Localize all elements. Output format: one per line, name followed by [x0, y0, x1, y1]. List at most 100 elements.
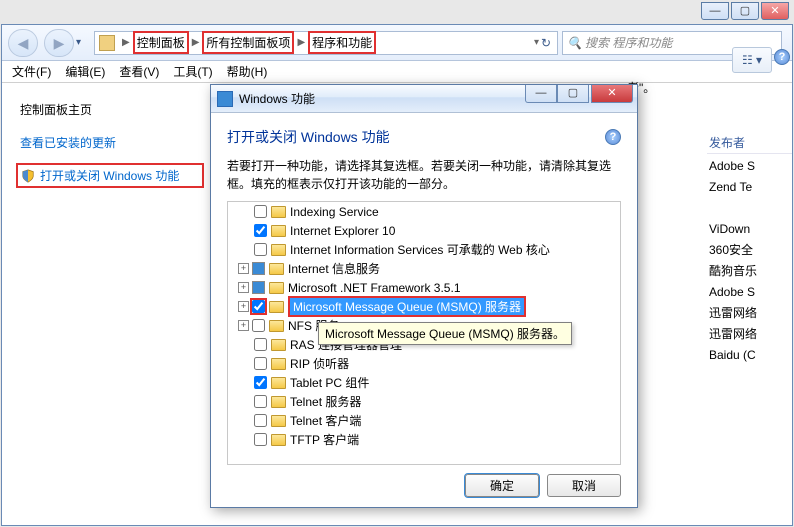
chevron-right-icon[interactable]: ▶ [189, 37, 203, 48]
dialog-titlebar[interactable]: Windows 功能 — ▢ ✕ [211, 85, 637, 113]
refresh-icon[interactable]: ↻ [541, 36, 555, 50]
breadcrumb-all-items[interactable]: 所有控制面板项 [202, 31, 294, 54]
folder-icon [269, 282, 284, 294]
feature-checkbox[interactable] [254, 205, 267, 218]
link-view-updates[interactable]: 查看已安装的更新 [20, 134, 204, 151]
dialog-title-text: Windows 功能 [239, 90, 315, 107]
feature-checkbox[interactable] [254, 243, 267, 256]
expand-icon[interactable]: + [238, 263, 249, 274]
folder-icon [271, 358, 286, 370]
dialog-heading: 打开或关闭 Windows 功能 ? [227, 127, 621, 147]
feature-item[interactable]: Tablet PC 组件 [228, 373, 620, 392]
feature-item[interactable]: Indexing Service [228, 202, 620, 221]
list-item[interactable] [707, 198, 792, 219]
menu-bar: 文件(F) 编辑(E) 查看(V) 工具(T) 帮助(H) [2, 61, 792, 83]
feature-item[interactable]: RIP 侦听器 [228, 354, 620, 373]
feature-label: Telnet 客户端 [290, 412, 361, 429]
menu-edit[interactable]: 编辑(E) [65, 63, 105, 80]
address-dropdown-icon[interactable]: ▾ [534, 37, 539, 48]
feature-item[interactable]: Telnet 服务器 [228, 392, 620, 411]
feature-item[interactable]: Internet Explorer 10 [228, 221, 620, 240]
dialog-close-button[interactable]: ✕ [591, 85, 633, 103]
feature-checkbox[interactable] [252, 300, 265, 313]
folder-icon [269, 320, 284, 332]
chevron-right-icon[interactable]: ▶ [119, 37, 133, 48]
feature-checkbox[interactable] [254, 224, 267, 237]
list-item[interactable]: 360安全 [707, 240, 792, 261]
folder-icon [271, 396, 286, 408]
feature-item[interactable]: Internet Information Services 可承载的 Web 核… [228, 240, 620, 259]
column-header-publisher[interactable]: 发布者 [707, 133, 792, 154]
feature-label: Internet 信息服务 [288, 260, 380, 277]
feature-checkbox[interactable] [254, 357, 267, 370]
folder-icon [271, 244, 286, 256]
search-icon: 🔍 [567, 36, 581, 50]
dialog-maximize-button[interactable]: ▢ [557, 85, 589, 103]
folder-icon [269, 301, 284, 313]
minimize-button[interactable]: — [701, 2, 729, 20]
folder-icon [269, 263, 284, 275]
breadcrumb-control-panel[interactable]: 控制面板 [133, 31, 189, 54]
feature-label: Internet Information Services 可承载的 Web 核… [290, 241, 550, 258]
tooltip: Microsoft Message Queue (MSMQ) 服务器。 [318, 322, 572, 345]
expand-icon[interactable]: + [238, 320, 249, 331]
dialog-minimize-button[interactable]: — [525, 85, 557, 103]
list-item[interactable]: Adobe S [707, 282, 792, 303]
ok-button[interactable]: 确定 [465, 474, 539, 497]
folder-icon [271, 225, 286, 237]
link-windows-features[interactable]: 打开或关闭 Windows 功能 [16, 163, 204, 188]
list-item[interactable]: Adobe S [707, 156, 792, 177]
help-icon[interactable]: ? [774, 49, 790, 65]
feature-checkbox[interactable] [254, 338, 267, 351]
menu-tools[interactable]: 工具(T) [173, 63, 212, 80]
chevron-right-icon[interactable]: ▶ [294, 37, 308, 48]
feature-item[interactable]: + Internet 信息服务 [228, 259, 620, 278]
feature-item[interactable]: TFTP 客户端 [228, 430, 620, 449]
folder-icon [271, 434, 286, 446]
dialog-buttons: 确定 取消 [465, 474, 621, 497]
feature-checkbox[interactable] [254, 433, 267, 446]
sidebar-title: 控制面板主页 [20, 101, 204, 118]
breadcrumb[interactable]: ▶ 控制面板 ▶ 所有控制面板项 ▶ 程序和功能 ▾ ↻ [94, 31, 558, 55]
feature-checkbox[interactable] [252, 319, 265, 332]
nav-forward-button[interactable]: ▶ [44, 29, 74, 57]
breadcrumb-programs-features[interactable]: 程序和功能 [308, 31, 376, 54]
list-item[interactable]: 酷狗音乐 [707, 261, 792, 282]
address-bar: ◀ ▶ ▾ ▶ 控制面板 ▶ 所有控制面板项 ▶ 程序和功能 ▾ ↻ 🔍 搜索 … [2, 25, 792, 61]
menu-help[interactable]: 帮助(H) [227, 63, 268, 80]
list-item[interactable]: ViDown [707, 219, 792, 240]
feature-checkbox[interactable] [254, 414, 267, 427]
feature-item[interactable]: +Microsoft .NET Framework 3.5.1 [228, 278, 620, 297]
windows-icon [217, 91, 233, 107]
menu-file[interactable]: 文件(F) [12, 63, 51, 80]
list-item[interactable]: 迅雷网络 [707, 303, 792, 324]
maximize-button[interactable]: ▢ [731, 2, 759, 20]
feature-checkbox[interactable] [254, 395, 267, 408]
search-placeholder: 搜索 程序和功能 [585, 34, 672, 51]
feature-label: RIP 侦听器 [290, 355, 349, 372]
folder-icon [271, 339, 286, 351]
nav-back-button[interactable]: ◀ [8, 29, 38, 57]
feature-item[interactable]: +Microsoft Message Queue (MSMQ) 服务器 [228, 297, 620, 316]
nav-history-dropdown[interactable]: ▾ [76, 37, 88, 48]
expand-icon[interactable]: + [238, 282, 249, 293]
feature-checkbox-partial[interactable] [252, 281, 265, 294]
folder-icon [271, 206, 286, 218]
list-item[interactable]: 迅雷网络 [707, 324, 792, 345]
feature-label: Telnet 服务器 [290, 393, 361, 410]
feature-item[interactable]: Telnet 客户端 [228, 411, 620, 430]
cancel-button[interactable]: 取消 [547, 474, 621, 497]
list-item[interactable]: Baidu (C [707, 345, 792, 366]
close-button[interactable]: ✕ [761, 2, 789, 20]
feature-checkbox[interactable] [254, 376, 267, 389]
expand-icon[interactable]: + [238, 301, 249, 312]
view-mode-button[interactable]: ☷ ▾ [732, 47, 772, 73]
feature-checkbox-partial[interactable] [252, 262, 265, 275]
dialog-description: 若要打开一种功能，请选择其复选框。若要关闭一种功能，请清除其复选框。填充的框表示… [227, 157, 621, 193]
main-window-controls: — ▢ ✕ [701, 2, 789, 20]
help-icon[interactable]: ? [605, 129, 621, 145]
folder-icon [99, 35, 115, 51]
folder-icon [271, 415, 286, 427]
menu-view[interactable]: 查看(V) [119, 63, 159, 80]
list-item[interactable]: Zend Te [707, 177, 792, 198]
